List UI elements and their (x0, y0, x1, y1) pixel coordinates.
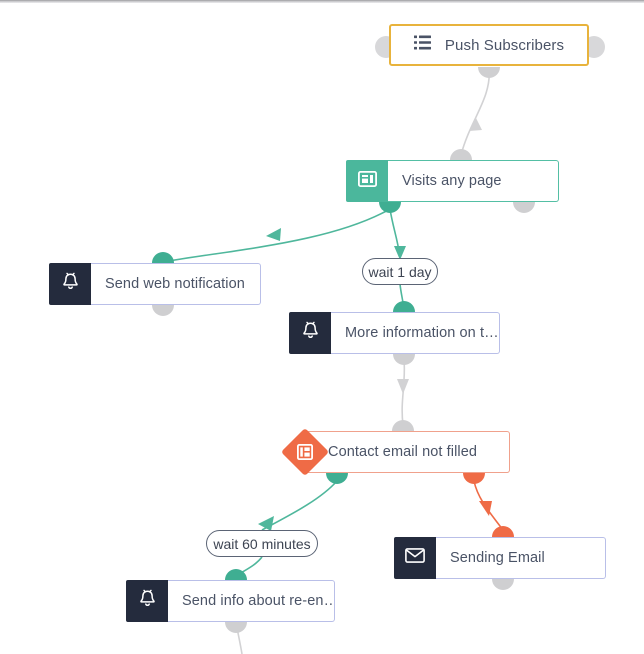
send-web-notification-input-port[interactable] (152, 252, 174, 263)
edge-moreinfo-to-condition (401, 358, 406, 426)
more-information-input-port[interactable] (393, 301, 415, 312)
edge-arrow-condition-true-to-wait60 (258, 516, 274, 531)
edge-visits-to-wait1day (389, 208, 401, 259)
edge-condition-false-to-email (473, 480, 504, 531)
workflow-canvas[interactable]: Push Subscribers Visits any page Send we… (0, 0, 644, 654)
delay-wait-60-minutes-label: wait 60 minutes (213, 535, 311, 552)
send-info-body[interactable]: Send info about re-en… (168, 580, 335, 622)
visits-any-page-body[interactable]: Visits any page (388, 160, 559, 202)
bell-icon (301, 321, 320, 345)
more-information-label: More information on t… (345, 325, 499, 341)
more-information-output-port[interactable] (393, 354, 415, 365)
condition-true-output-port[interactable] (326, 473, 348, 484)
condition-body[interactable]: Contact email not filled (306, 431, 510, 473)
send-web-notification-icon-box (49, 263, 91, 305)
more-information-icon-box (289, 312, 331, 354)
visits-any-page-input-port[interactable] (450, 149, 472, 160)
delay-wait-60-minutes[interactable]: wait 60 minutes (206, 530, 318, 557)
more-information-body[interactable]: More information on t… (331, 312, 500, 354)
send-web-notification-output-port[interactable] (152, 305, 174, 316)
delay-wait-1-day-label: wait 1 day (368, 263, 432, 280)
condition-layout-icon (297, 444, 313, 460)
node-visits-any-page[interactable]: Visits any page (346, 160, 559, 202)
node-send-info-re-engagement[interactable]: Send info about re-en… (126, 580, 335, 622)
visits-any-page-icon-box (346, 160, 388, 202)
edge-visits-to-webnotification (162, 208, 391, 263)
bell-icon (61, 272, 80, 296)
visits-any-page-label: Visits any page (402, 173, 502, 189)
edge-push-to-visits (460, 67, 490, 156)
send-info-label: Send info about re-en… (182, 593, 335, 609)
delay-wait-1-day[interactable]: wait 1 day (362, 258, 438, 285)
condition-false-output-port[interactable] (463, 473, 485, 484)
visits-any-page-secondary-port[interactable] (513, 202, 535, 213)
top-divider-bar (0, 0, 644, 3)
bell-icon (138, 589, 157, 613)
condition-label: Contact email not filled (328, 444, 478, 460)
send-info-input-port[interactable] (225, 569, 247, 580)
edge-arrow-moreinfo-to-condition (397, 379, 409, 394)
edge-arrow-push-to-visits (469, 118, 482, 131)
send-info-output-port[interactable] (225, 622, 247, 633)
sending-email-label: Sending Email (450, 550, 545, 566)
sending-email-input-port[interactable] (492, 526, 514, 537)
condition-input-port[interactable] (392, 420, 414, 431)
node-push-subscribers[interactable]: Push Subscribers (389, 24, 589, 66)
send-info-icon-box (126, 580, 168, 622)
edge-condition-true-to-wait60 (261, 480, 338, 531)
node-sending-email[interactable]: Sending Email (394, 537, 606, 579)
envelope-icon (405, 548, 425, 568)
browser-window-icon (357, 170, 377, 192)
sending-email-body[interactable]: Sending Email (436, 537, 606, 579)
visits-any-page-output-port[interactable] (379, 202, 401, 213)
push-subscribers-label: Push Subscribers (444, 36, 565, 54)
send-web-notification-body[interactable]: Send web notification (91, 263, 261, 305)
node-more-information[interactable]: More information on t… (289, 312, 500, 354)
push-subscribers-output-port[interactable] (478, 67, 500, 78)
node-contact-email-not-filled[interactable]: Contact email not filled (280, 427, 510, 477)
list-icon (413, 35, 431, 55)
edge-arrow-condition-false-to-email (479, 501, 492, 516)
send-web-notification-label: Send web notification (105, 276, 245, 292)
sending-email-output-port[interactable] (492, 579, 514, 590)
sending-email-icon-box (394, 537, 436, 579)
edge-arrow-visits-to-webnotification (266, 228, 281, 241)
node-send-web-notification[interactable]: Send web notification (49, 263, 261, 305)
